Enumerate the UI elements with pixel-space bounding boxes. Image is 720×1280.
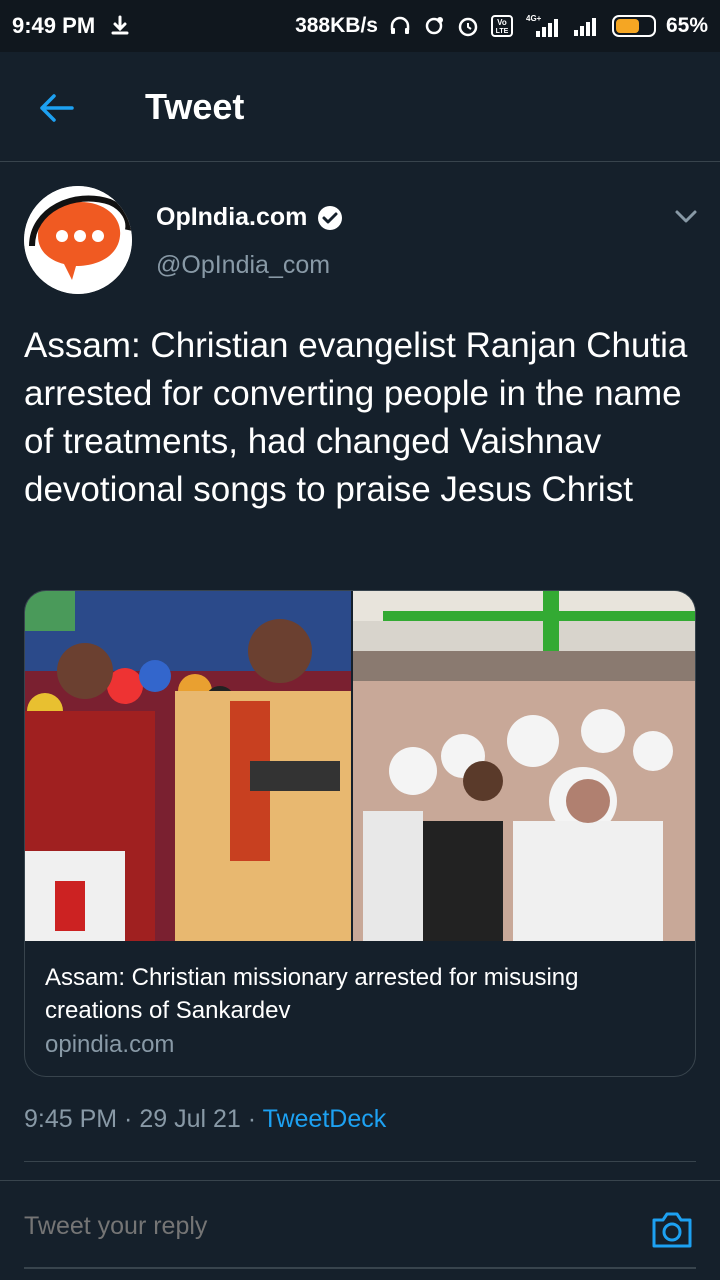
back-button[interactable] xyxy=(36,88,76,128)
card-title: Assam: Christian missionary arrested for… xyxy=(45,964,579,1024)
headphones-icon xyxy=(388,14,412,38)
alarm-icon xyxy=(456,14,480,38)
opindia-logo-icon xyxy=(24,186,132,294)
svg-text:LTE: LTE xyxy=(496,28,509,35)
author-name-row[interactable]: OpIndia.com xyxy=(156,203,343,232)
status-bar: 9:49 PM 388KB/s Vo LTE 4G+ 65% xyxy=(0,0,720,52)
author-name: OpIndia.com xyxy=(156,203,308,231)
status-time: 9:49 PM xyxy=(12,13,96,38)
page-title: Tweet xyxy=(145,86,245,127)
sync-icon xyxy=(422,14,446,38)
divider xyxy=(0,1180,720,1181)
divider xyxy=(24,1161,696,1162)
card-photo-right xyxy=(353,591,695,941)
more-options-button[interactable] xyxy=(670,201,702,233)
reply-input[interactable] xyxy=(24,1212,624,1241)
avatar[interactable] xyxy=(24,186,132,294)
battery-icon xyxy=(611,15,656,37)
network-speed: 388KB/s xyxy=(295,14,378,37)
header: Tweet xyxy=(0,52,720,162)
download-icon xyxy=(109,15,131,37)
tweet-timestamp: 9:45 PM · 29 Jul 21 · xyxy=(24,1105,263,1133)
signal-icon xyxy=(572,14,602,38)
link-card[interactable]: Assam: Christian missionary arrested for… xyxy=(24,590,696,1077)
back-arrow-icon xyxy=(40,94,74,122)
author-handle[interactable]: @OpIndia_com xyxy=(156,251,330,280)
volte-icon: Vo LTE xyxy=(490,14,514,38)
camera-button[interactable] xyxy=(650,1210,694,1250)
verified-badge-icon xyxy=(318,205,343,230)
battery-percent: 65% xyxy=(665,14,708,37)
chevron-down-icon xyxy=(675,210,697,223)
card-photo-left xyxy=(25,591,351,941)
svg-text:Vo: Vo xyxy=(497,18,507,27)
tweet-source-link[interactable]: TweetDeck xyxy=(263,1105,387,1133)
tweet-text: Assam: Christian evangelist Ranjan Chuti… xyxy=(24,326,688,509)
card-domain: opindia.com xyxy=(45,1031,175,1058)
tweet-meta: 9:45 PM · 29 Jul 21 · TweetDeck xyxy=(24,1105,386,1134)
svg-text:4G+: 4G+ xyxy=(526,14,542,23)
card-image xyxy=(25,591,695,941)
signal-4g-icon: 4G+ xyxy=(524,13,562,39)
camera-icon xyxy=(652,1212,692,1248)
reply-underline xyxy=(24,1267,696,1269)
